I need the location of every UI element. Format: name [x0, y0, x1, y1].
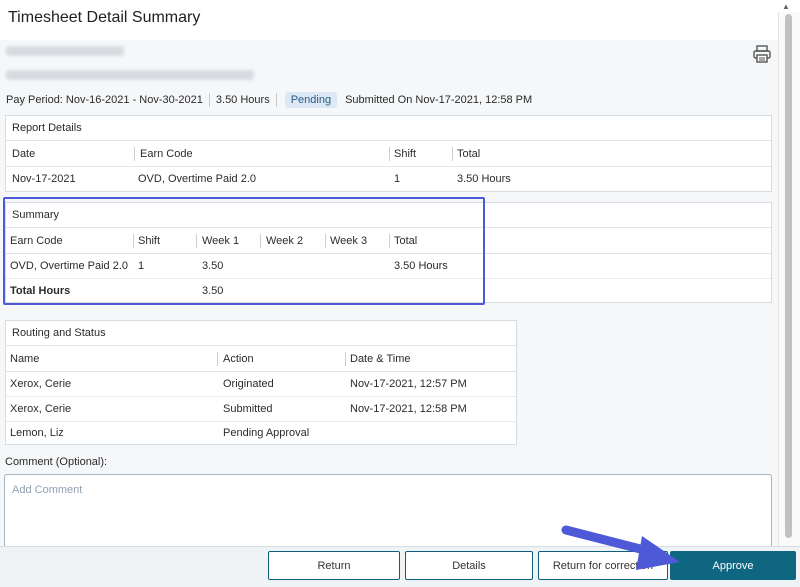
column-divider: [452, 147, 453, 161]
printer-icon[interactable]: [752, 44, 772, 64]
status-badge: Pending: [284, 92, 338, 108]
summary-header: Earn Code Shift Week 1 Week 2 Week 3 Tot…: [6, 229, 771, 254]
table-row: Nov-17-2021 OVD, Overtime Paid 2.0 1 3.5…: [6, 167, 771, 191]
routing-title: Routing and Status: [6, 321, 516, 346]
column-header: Week 1: [202, 235, 240, 247]
column-header: Date & Time: [350, 353, 411, 365]
report-details-title: Report Details: [6, 116, 771, 141]
report-details-header: Date Earn Code Shift Total: [6, 142, 771, 167]
total-cell: 3.50 Hours: [457, 173, 511, 185]
action-cell: Pending Approval: [223, 427, 310, 439]
scrollbar-thumb[interactable]: [785, 14, 792, 538]
column-divider: [134, 147, 135, 161]
column-header: Week 2: [266, 235, 304, 247]
name-cell: Lemon, Liz: [10, 427, 64, 439]
column-header: Name: [10, 353, 40, 365]
column-header: Shift: [394, 148, 417, 160]
column-divider: [133, 234, 134, 248]
scroll-up-icon[interactable]: ▲: [782, 2, 792, 11]
total-hours-label: Total Hours: [10, 285, 71, 297]
name-cell: Xerox, Cerie: [10, 403, 72, 415]
details-button[interactable]: Details: [405, 551, 533, 580]
datetime-cell: Nov-17-2021, 12:58 PM: [350, 403, 467, 415]
table-row: Xerox, Cerie Submitted Nov-17-2021, 12:5…: [6, 397, 516, 422]
return-button[interactable]: Return: [268, 551, 400, 580]
total-hours-row: Total Hours 3.50: [6, 279, 771, 303]
shift-cell: 1: [138, 260, 145, 272]
shift-cell: 1: [394, 173, 401, 185]
approve-button[interactable]: Approve: [670, 551, 796, 580]
column-divider: [325, 234, 326, 248]
action-cell: Originated: [223, 378, 274, 390]
column-header: Action: [223, 353, 254, 365]
divider: [208, 93, 210, 107]
report-details-panel: Report Details Date Earn Code Shift Tota…: [5, 115, 772, 192]
hours-text: 3.50 Hours: [215, 94, 270, 106]
table-row: OVD, Overtime Paid 2.0 1 3.50 3.50 Hours: [6, 254, 771, 279]
redacted-employee-info: [6, 46, 124, 56]
summary-panel: Summary Earn Code Shift Week 1 Week 2 We…: [5, 202, 772, 303]
table-row: Lemon, Liz Pending Approval: [6, 421, 516, 445]
summary-title: Summary: [6, 203, 771, 228]
divider: [275, 93, 277, 107]
redacted-position-info: [6, 70, 254, 80]
date-cell: Nov-17-2021: [12, 173, 76, 185]
total-week1-cell: 3.50: [202, 285, 224, 297]
earn-code-cell: OVD, Overtime Paid 2.0: [10, 260, 128, 272]
column-header: Date: [12, 148, 36, 160]
total-cell: 3.50 Hours: [394, 260, 448, 272]
column-header: Earn Code: [140, 148, 193, 160]
submitted-text: Submitted On Nov-17-2021, 12:58 PM: [345, 94, 533, 106]
comment-label: Comment (Optional):: [5, 456, 108, 468]
routing-panel: Routing and Status Name Action Date & Ti…: [5, 320, 517, 445]
comment-input[interactable]: [5, 475, 771, 555]
action-cell: Submitted: [223, 403, 273, 415]
dialog-header: Timesheet Detail Summary: [0, 0, 778, 41]
pay-period-text: Pay Period: Nov-16-2021 - Nov-30-2021: [6, 94, 203, 106]
routing-header: Name Action Date & Time: [6, 347, 516, 372]
column-header: Earn Code: [10, 235, 63, 247]
earn-code-cell: OVD, Overtime Paid 2.0: [138, 173, 256, 185]
column-divider: [217, 352, 218, 366]
column-header: Shift: [138, 235, 161, 247]
pay-period-line: Pay Period: Nov-16-2021 - Nov-30-2021 3.…: [6, 92, 532, 108]
table-row: Xerox, Cerie Originated Nov-17-2021, 12:…: [6, 372, 516, 397]
week1-cell: 3.50: [202, 260, 224, 272]
column-divider: [389, 234, 390, 248]
name-cell: Xerox, Cerie: [10, 378, 72, 390]
column-divider: [345, 352, 346, 366]
column-divider: [196, 234, 197, 248]
column-header: Week 3: [330, 235, 368, 247]
comment-box: [4, 474, 772, 556]
column-header: Total: [457, 148, 481, 160]
dialog-title: Timesheet Detail Summary: [8, 9, 201, 26]
column-divider: [389, 147, 390, 161]
datetime-cell: Nov-17-2021, 12:57 PM: [350, 378, 467, 390]
column-header: Total: [394, 235, 418, 247]
column-divider: [260, 234, 261, 248]
return-for-correction-button[interactable]: Return for correction: [538, 551, 668, 580]
